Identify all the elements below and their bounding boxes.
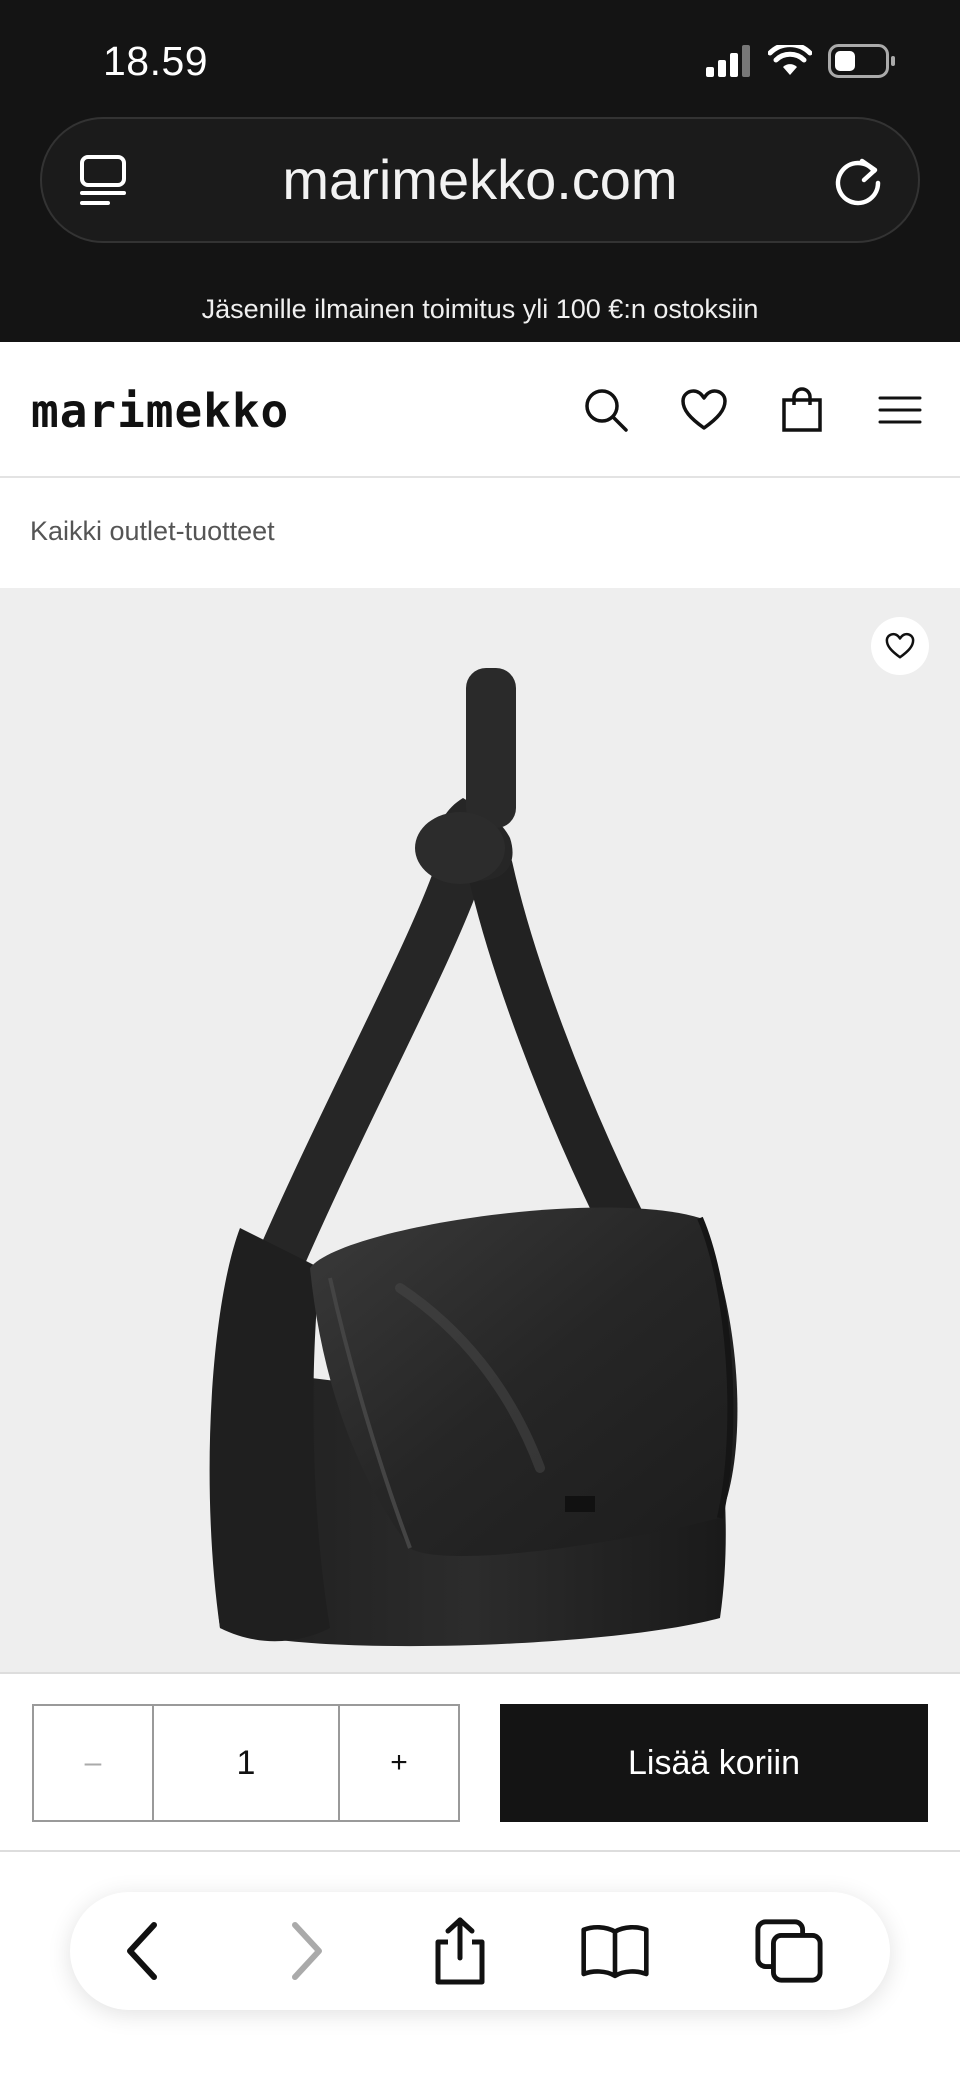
product-image-area[interactable] <box>0 588 960 1672</box>
breadcrumb: Kaikki outlet-tuotteet <box>0 480 960 586</box>
status-time: 18.59 <box>103 38 209 84</box>
breadcrumb-link[interactable]: Kaikki outlet-tuotteet <box>30 516 275 547</box>
status-bar: 18.59 <box>0 0 960 120</box>
quantity-stepper: – 1 + <box>32 1704 460 1822</box>
site-header: marimekko <box>0 342 960 478</box>
logo[interactable]: marimekko <box>31 384 289 438</box>
add-to-cart-button[interactable]: Lisää koriin <box>500 1704 928 1822</box>
browser-bottom-area <box>0 1854 960 2078</box>
add-to-cart-bar: – 1 + Lisää koriin <box>0 1672 960 1852</box>
wishlist-button[interactable] <box>871 617 929 675</box>
bookmarks-icon[interactable] <box>580 1916 650 1986</box>
quantity-decrease-button[interactable]: – <box>34 1706 154 1820</box>
forward-icon[interactable] <box>272 1916 342 1986</box>
share-icon[interactable] <box>425 1916 495 1986</box>
cellular-signal-icon <box>706 45 752 82</box>
status-icons <box>706 42 896 83</box>
promo-banner[interactable]: Jäsenille ilmainen toimitus yli 100 €:n … <box>0 294 960 325</box>
heart-icon[interactable] <box>676 382 732 438</box>
black-padded-shoulder-bag <box>209 668 738 1647</box>
url-text[interactable]: marimekko.com <box>42 147 918 212</box>
url-bar[interactable]: marimekko.com <box>40 117 920 243</box>
browser-toolbar <box>70 1892 890 2010</box>
heart-icon <box>885 632 915 659</box>
quantity-value[interactable]: 1 <box>154 1706 340 1820</box>
quantity-increase-button[interactable]: + <box>340 1706 458 1820</box>
wifi-icon <box>767 42 813 82</box>
back-icon[interactable] <box>107 1916 177 1986</box>
reload-icon[interactable] <box>832 153 886 214</box>
browser-chrome: 18.59 marimekko.com Jäsenille ilmainen t… <box>0 0 960 342</box>
menu-icon[interactable] <box>872 382 928 438</box>
tabs-icon[interactable] <box>754 1916 824 1986</box>
shopping-bag-icon[interactable] <box>774 382 830 438</box>
battery-icon <box>828 44 896 83</box>
search-icon[interactable] <box>578 382 634 438</box>
